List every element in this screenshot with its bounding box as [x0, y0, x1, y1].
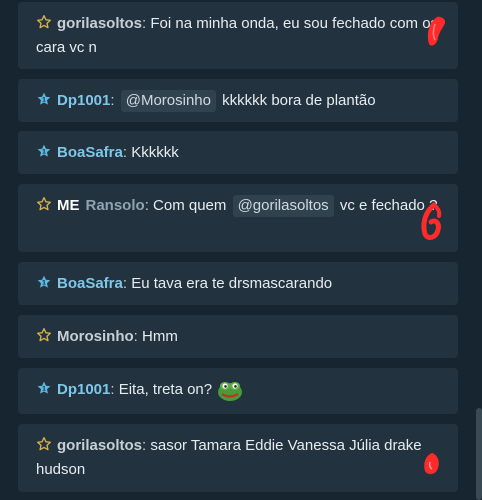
chat-message: gorilasoltos: sasor Tamara Eddie Vanessa…: [18, 424, 458, 492]
chat-feed: gorilasoltos: Foi na minha onda, eu sou …: [0, 0, 482, 500]
star-filled-icon[interactable]: 1: [36, 91, 52, 107]
message-text: Kkkkkk: [131, 144, 179, 161]
star-outline-icon[interactable]: [36, 196, 52, 212]
star-filled-icon[interactable]: 1: [36, 143, 52, 159]
red-doodle-3: [424, 453, 439, 475]
svg-text:1: 1: [42, 386, 46, 393]
chat-message: 1 Dp1001: Eita, treta on?: [18, 368, 458, 414]
user-mention[interactable]: @Morosinho: [120, 90, 216, 112]
svg-text:1: 1: [42, 149, 46, 156]
message-text: Com quem: [153, 197, 227, 214]
chat-message: 1 BoaSafra: Kkkkkk: [18, 131, 458, 174]
red-doodle-1: [427, 16, 446, 46]
frog-emoji-icon: [216, 378, 244, 410]
star-outline-icon[interactable]: [36, 14, 52, 30]
chat-message: gorilasoltos: Foi na minha onda, eu sou …: [18, 2, 458, 69]
star-outline-icon[interactable]: [36, 436, 52, 452]
red-doodle-2: [421, 202, 442, 240]
message-author[interactable]: Morosinho: [57, 328, 134, 345]
message-author[interactable]: BoaSafra: [57, 144, 123, 161]
chat-message: ME Ransolo: Com quem @gorilasoltos vc e f…: [18, 184, 458, 252]
message-author[interactable]: BoaSafra: [57, 275, 123, 292]
star-outline-icon[interactable]: [36, 327, 52, 343]
message-author[interactable]: gorilasoltos: [57, 437, 142, 454]
svg-text:1: 1: [42, 97, 46, 104]
chat-message: 1 BoaSafra: Eu tava era te drsmascarando: [18, 262, 458, 305]
scrollbar[interactable]: [476, 408, 482, 500]
me-badge: ME: [57, 197, 80, 214]
chat-message: Morosinho: Hmm: [18, 315, 458, 358]
chat-message: 1 Dp1001: @Morosinho kkkkkk bora de plant…: [18, 79, 458, 122]
message-text: Eita, treta on?: [118, 381, 213, 398]
message-author[interactable]: Ransolo: [86, 197, 145, 214]
message-author[interactable]: Dp1001: [57, 381, 110, 398]
star-filled-icon[interactable]: 1: [36, 274, 52, 290]
message-text: kkkkkk bora de plantão: [222, 92, 376, 109]
user-mention[interactable]: @gorilasoltos: [232, 195, 334, 217]
message-text: Hmm: [142, 328, 178, 345]
star-filled-icon[interactable]: 1: [36, 380, 52, 396]
message-author[interactable]: Dp1001: [57, 92, 110, 109]
message-text: Eu tava era te drsmascarando: [131, 275, 333, 292]
svg-text:1: 1: [42, 280, 46, 287]
message-author[interactable]: gorilasoltos: [57, 15, 142, 32]
